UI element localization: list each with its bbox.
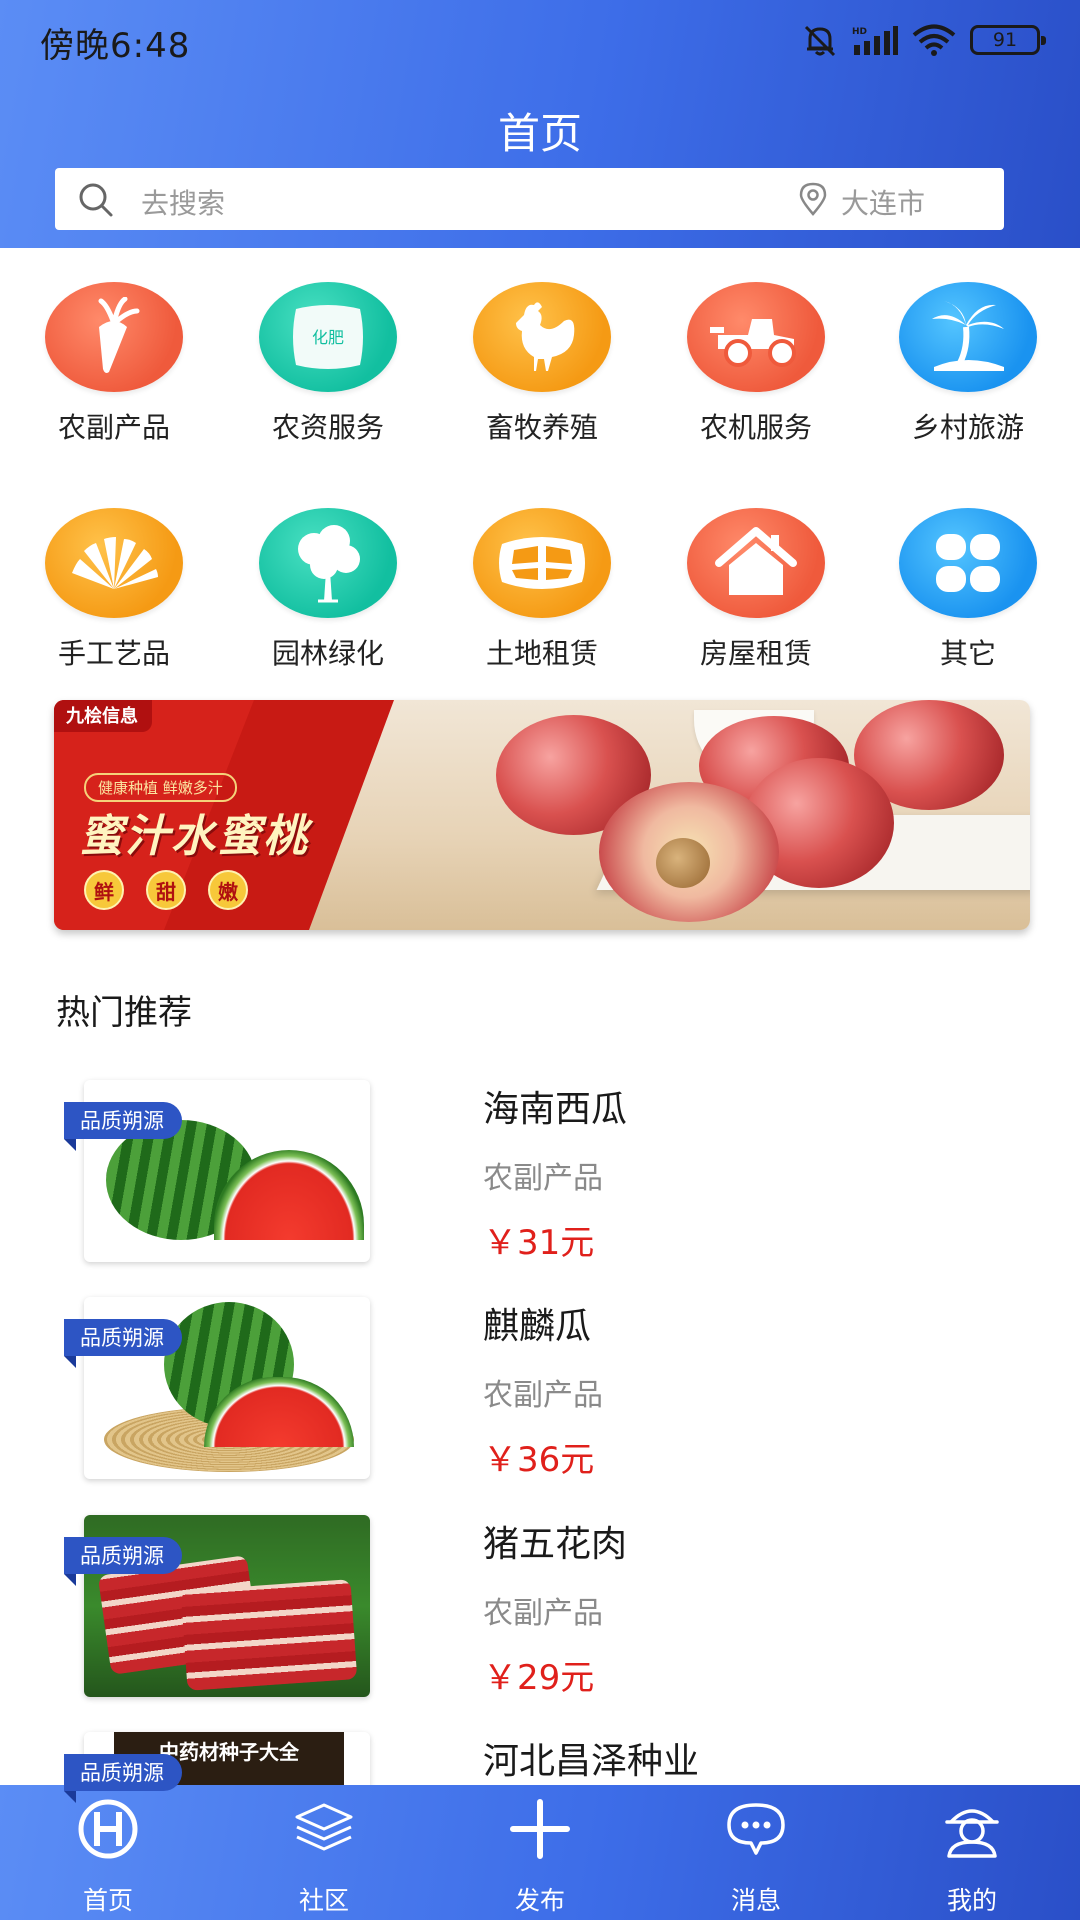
nav-profile[interactable]: 我的 [864,1785,1080,1920]
nav-label: 社区 [298,1886,349,1915]
search-input[interactable]: 去搜索 [141,182,225,222]
fan-icon [45,508,183,618]
quality-trace-badge: 品质朔源 [64,1537,182,1586]
category-label: 手工艺品 [57,637,170,670]
product-category: 农副产品 [483,1378,603,1413]
palm-island-icon [899,282,1037,392]
nav-community[interactable]: 社区 [216,1785,432,1920]
banner-badges: 鲜 甜 嫩 [84,870,248,910]
category-machinery[interactable]: 农机服务 [666,282,846,446]
status-time: 傍晚6:48 [40,26,191,66]
nav-label: 我的 [946,1886,997,1915]
quality-trace-badge: 品质朔源 [64,1102,182,1151]
product-price: ￥36元 [483,1440,595,1480]
banner-brand: 九桧信息 [54,700,152,732]
layers-icon [289,1799,359,1859]
peach-stone-image [656,838,710,888]
home-logo-icon [73,1799,143,1859]
category-label: 农机服务 [699,411,812,444]
page-title: 首页 [497,109,582,158]
product-category: 农副产品 [483,1161,603,1196]
category-rural-tourism[interactable]: 乡村旅游 [878,282,1058,446]
mute-bell-icon [804,25,836,57]
banner-headline: 蜜汁水蜜桃 [79,811,309,862]
wifi-icon [912,24,956,56]
category-handicrafts[interactable]: 手工艺品 [24,508,204,672]
seeds-poster-text: 中药材种子大全 [159,1740,299,1764]
status-icons: HD 91 [802,20,1046,60]
product-item[interactable]: 品质朔源 海南西瓜 农副产品 ￥31元 [0,1080,1080,1270]
banner-tagline: 健康种植 鲜嫩多汁 [84,773,237,802]
product-price: ￥31元 [483,1223,595,1263]
nav-label: 发布 [514,1886,565,1915]
battery-level: 91 [992,29,1018,51]
category-label: 土地租赁 [485,637,598,670]
product-name: 海南西瓜 [483,1089,628,1130]
quality-trace-badge: 品质朔源 [64,1754,182,1803]
category-label: 畜牧养殖 [485,411,598,444]
promo-banner[interactable]: 九桧信息 健康种植 鲜嫩多汁 蜜汁水蜜桃 鲜 甜 嫩 [54,700,1030,930]
four-petal-icon [899,508,1037,618]
location-pin-icon[interactable] [797,182,829,216]
battery-indicator: 91 [970,25,1046,55]
category-label: 其它 [939,637,996,670]
category-label: 园林绿化 [271,637,384,670]
pork-belly-image [180,1579,358,1691]
signal-icon: HD [852,26,898,55]
product-category: 农副产品 [483,1596,603,1631]
land-plots-icon [473,508,611,618]
product-name: 麒麟瓜 [483,1306,592,1347]
location-selector[interactable]: 大连市 [841,182,925,222]
category-livestock[interactable]: 畜牧养殖 [452,282,632,446]
category-agri-products[interactable]: 农副产品 [24,282,204,446]
chat-bubble-icon [721,1799,791,1859]
category-label: 农资服务 [271,411,384,444]
fertilizer-bag-icon: 化肥 [259,282,397,392]
product-item[interactable]: 品质朔源 猪五花肉 农副产品 ￥29元 [0,1515,1080,1705]
product-item[interactable]: 品质朔源 麒麟瓜 农副产品 ￥36元 [0,1297,1080,1487]
category-farm-supplies[interactable]: 化肥 农资服务 [238,282,418,446]
banner-badge: 甜 [146,870,186,910]
nav-messages[interactable]: 消息 [648,1785,864,1920]
search-icon [79,183,113,217]
carrot-icon [45,282,183,392]
category-house-lease[interactable]: 房屋租赁 [666,508,846,672]
user-icon [937,1799,1007,1859]
nav-label: 消息 [730,1886,781,1915]
bottom-nav: 首页 社区 发布 消息 我的 [0,1785,1080,1920]
banner-badge: 嫩 [208,870,248,910]
search-bar[interactable]: 去搜索 大连市 [55,168,1004,230]
category-label: 房屋租赁 [699,637,812,670]
product-name: 猪五花肉 [483,1524,628,1565]
status-bar: 傍晚6:48 HD 91 [0,0,1080,80]
category-label: 农副产品 [57,411,170,444]
product-price: ￥29元 [483,1658,595,1698]
header: 傍晚6:48 HD 91 首页 去搜索 大连市 [0,0,1080,248]
tractor-icon [687,282,825,392]
rooster-icon [473,282,611,392]
plus-icon [505,1799,575,1859]
house-icon [687,508,825,618]
category-label: 乡村旅游 [911,411,1024,444]
category-other[interactable]: 其它 [878,508,1058,672]
section-title: 热门推荐 [56,993,192,1033]
svg-text:HD: HD [852,27,867,37]
nav-publish[interactable]: 发布 [432,1785,648,1920]
banner-badge: 鲜 [84,870,124,910]
category-landscaping[interactable]: 园林绿化 [238,508,418,672]
nav-label: 首页 [82,1886,133,1915]
fertilizer-bag-text: 化肥 [312,328,344,347]
quality-trace-badge: 品质朔源 [64,1319,182,1368]
category-land-lease[interactable]: 土地租赁 [452,508,632,672]
nav-home[interactable]: 首页 [0,1785,216,1920]
tree-icon [259,508,397,618]
product-name: 河北昌泽种业 [483,1741,700,1782]
